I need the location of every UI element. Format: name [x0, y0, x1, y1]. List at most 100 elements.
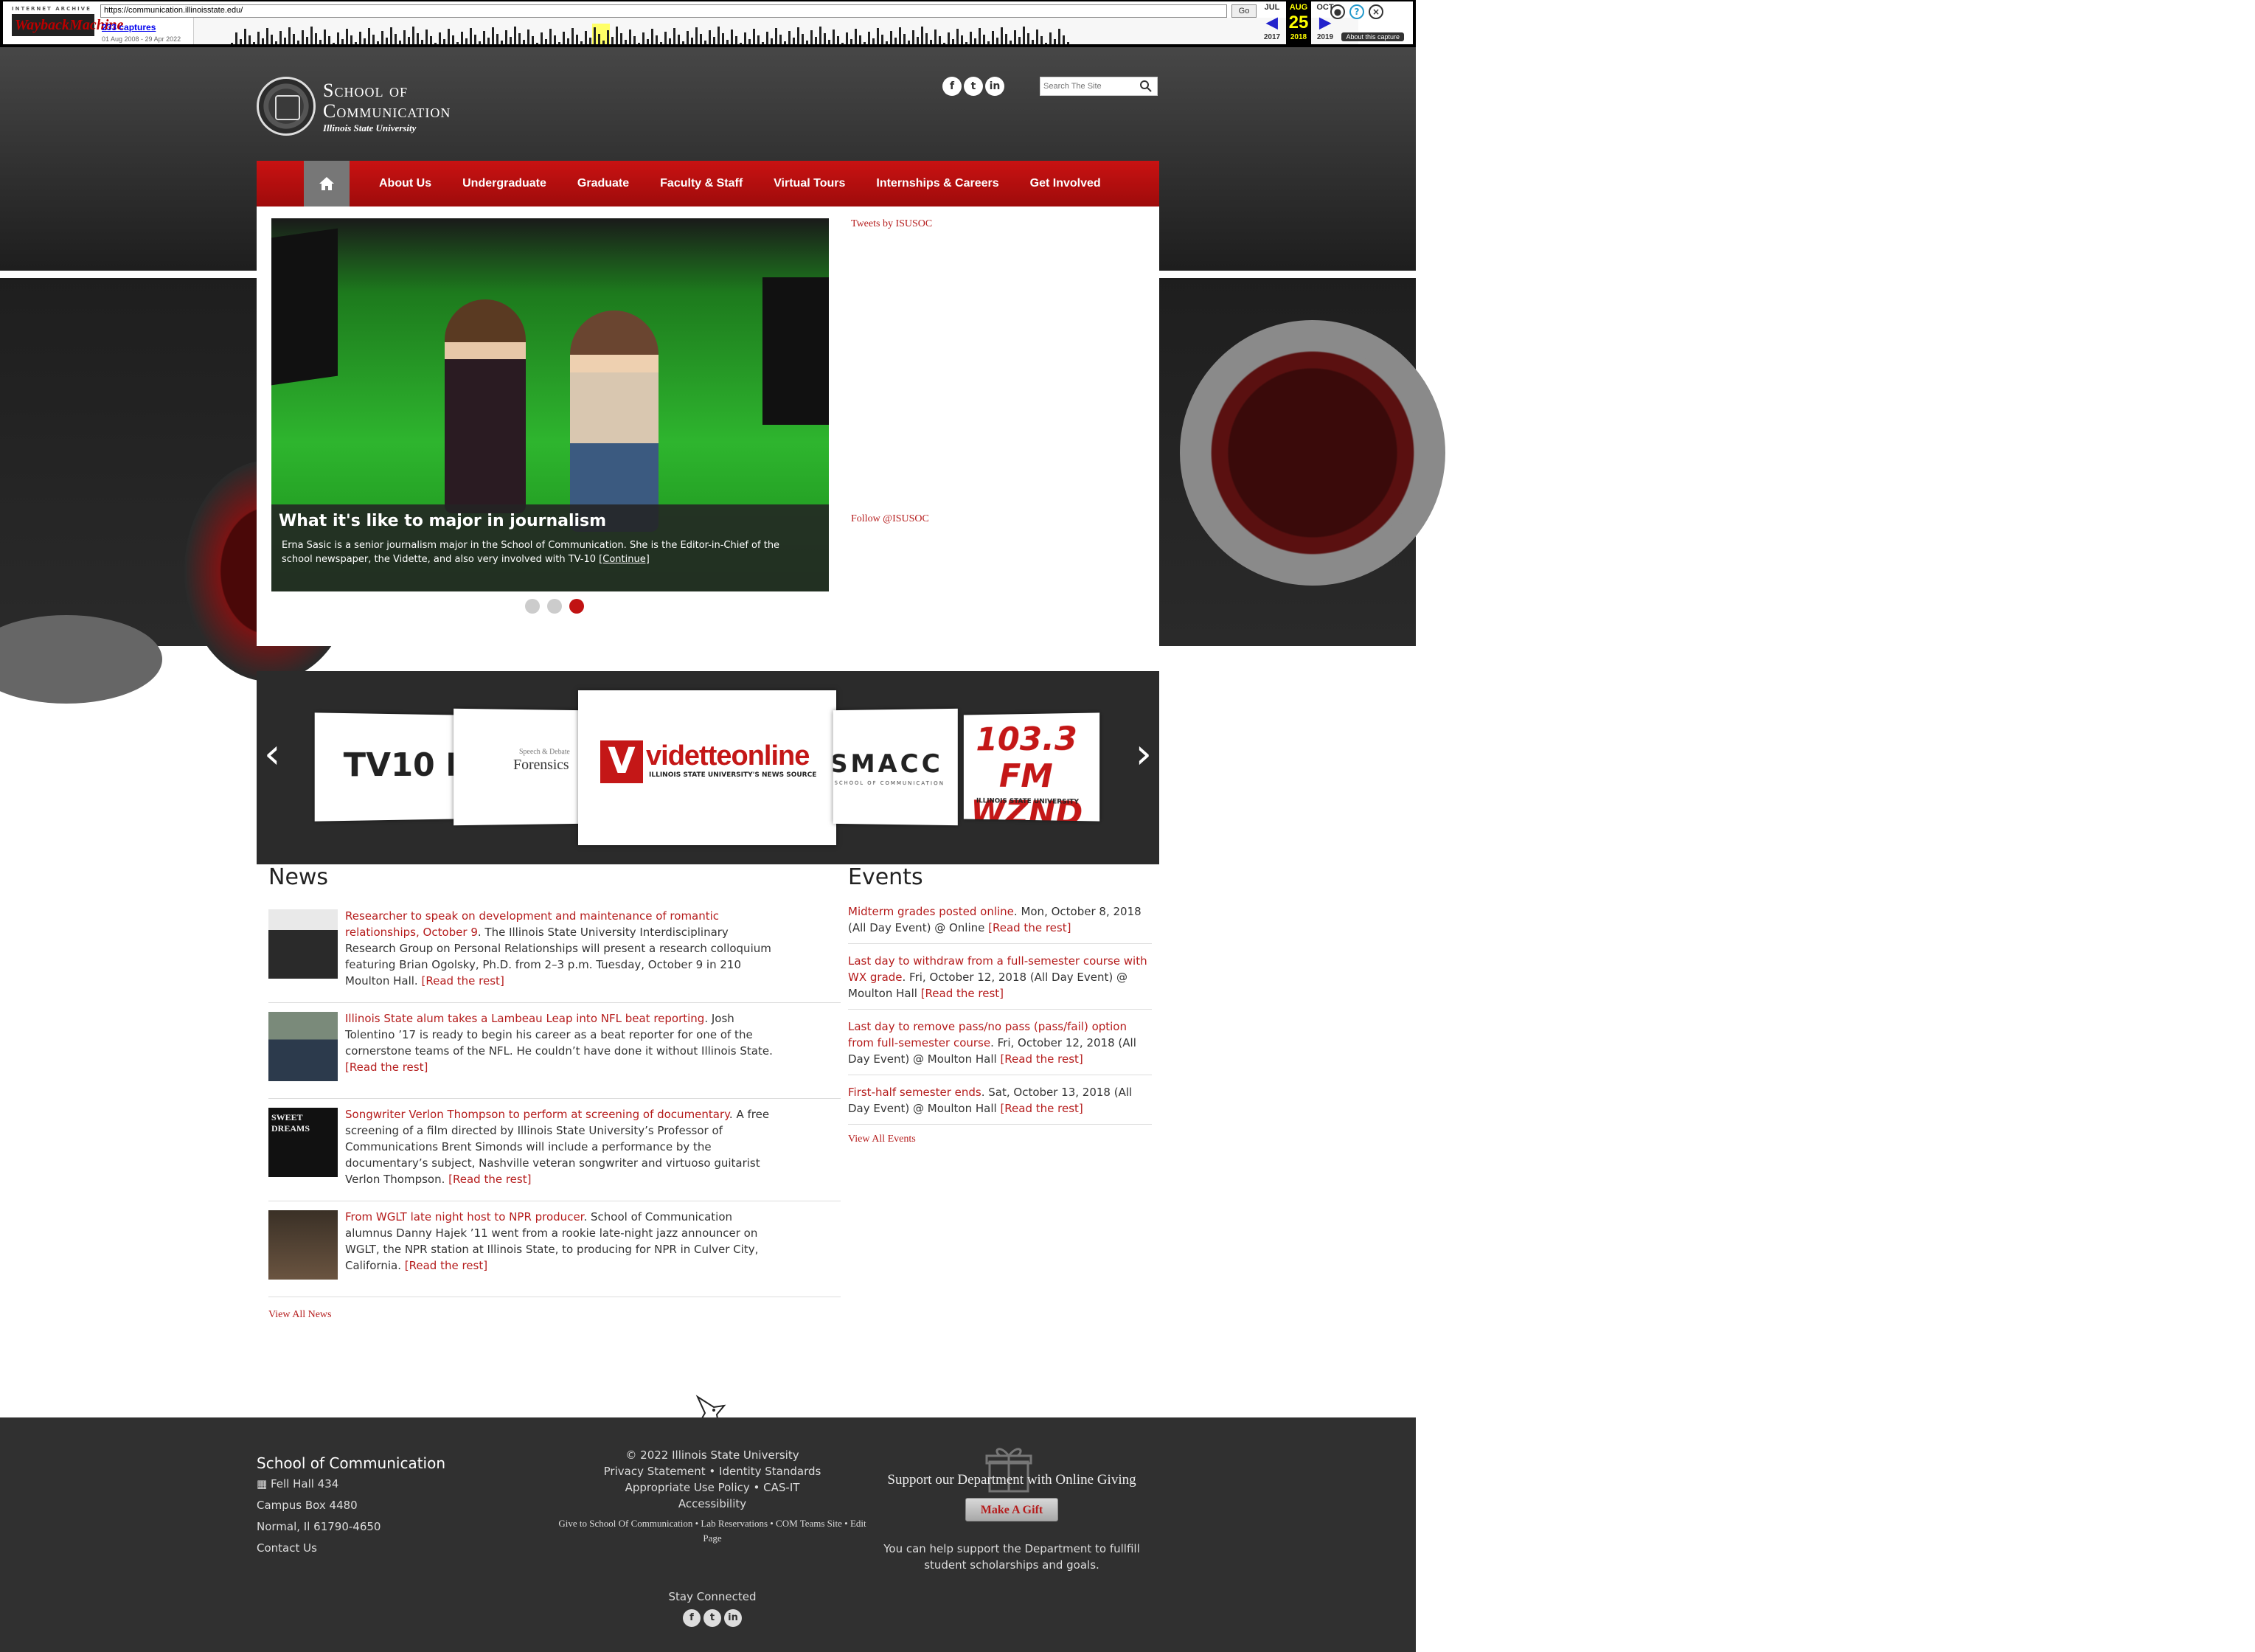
histogram-bar: [518, 33, 521, 44]
news-read-more[interactable]: [Read the rest]: [405, 1259, 487, 1272]
facebook-icon[interactable]: f: [942, 77, 962, 96]
news-read-more[interactable]: [Read the rest]: [421, 974, 504, 988]
logo-forensics[interactable]: Speech & Debate Forensics: [454, 708, 583, 826]
histogram-bar: [864, 42, 866, 44]
histogram-bar: [249, 35, 251, 44]
event-item: Last day to withdraw from a full-semeste…: [848, 950, 1152, 1010]
user-icon[interactable]: ●: [1330, 4, 1345, 19]
histogram-bar: [549, 29, 552, 44]
nav-graduate[interactable]: Graduate: [577, 177, 629, 190]
nav-internships-careers[interactable]: Internships & Careers: [876, 177, 998, 190]
site-header: School of Communication Illinois State U…: [257, 74, 1159, 155]
event-link[interactable]: Midterm grades posted online: [848, 905, 1014, 918]
twitter-icon[interactable]: t: [964, 77, 983, 96]
histogram-bar: [372, 35, 375, 44]
close-icon[interactable]: ×: [1369, 4, 1383, 19]
footer-links-1[interactable]: Privacy Statement • Identity Standards: [553, 1463, 872, 1479]
histogram-bar: [607, 30, 609, 44]
brand-line-1: School of: [323, 80, 408, 101]
wayback-url-input[interactable]: https://communication.illinoisstate.edu/: [100, 4, 1227, 18]
histogram-bar: [731, 30, 733, 44]
histogram-bar: [744, 32, 746, 44]
histogram-bar: [638, 43, 640, 44]
search-input[interactable]: [1042, 79, 1136, 94]
histogram-bar: [536, 43, 538, 44]
news-read-more[interactable]: [Read the rest]: [448, 1173, 531, 1186]
news-link[interactable]: Illinois State alum takes a Lambeau Leap…: [345, 1012, 704, 1025]
featured-slider[interactable]: What it's like to major in journalism Er…: [271, 218, 829, 591]
support-heading: Support our Department with Online Givin…: [887, 1472, 1136, 1488]
histogram-bar: [430, 36, 432, 44]
logo-smacc[interactable]: SMACC SCHOOL OF COMMUNICATION: [833, 708, 958, 826]
event-read-more[interactable]: [Read the rest]: [1000, 1102, 1083, 1115]
event-link[interactable]: First-half semester ends: [848, 1086, 981, 1099]
histogram-bar: [872, 38, 875, 44]
news-thumbnail[interactable]: [268, 1210, 338, 1280]
view-all-news-link[interactable]: View All News: [268, 1309, 331, 1321]
prev-arrow-icon[interactable]: ◀: [1259, 13, 1285, 32]
nav-get-involved[interactable]: Get Involved: [1030, 177, 1101, 190]
tweets-by-link[interactable]: Tweets by ISUSOC: [851, 218, 932, 230]
nav-faculty-staff[interactable]: Faculty & Staff: [660, 177, 743, 190]
histogram-bar: [580, 41, 583, 44]
slide-dot-1[interactable]: [525, 599, 540, 614]
event-read-more[interactable]: [Read the rest]: [1000, 1052, 1083, 1066]
follow-twitter-link[interactable]: Follow @ISUSOC: [851, 513, 929, 525]
news-section: News Researcher to speak on development …: [268, 863, 841, 1321]
histogram-bar: [881, 35, 883, 44]
event-read-more[interactable]: [Read the rest]: [988, 921, 1071, 934]
histogram-bar: [771, 38, 773, 44]
footer-contact-link[interactable]: Contact Us: [257, 1541, 317, 1555]
logo-tv10-news[interactable]: TV10 NEWS: [314, 712, 458, 822]
header-social-links: f t in: [942, 77, 1016, 97]
slide-dot-3[interactable]: [569, 599, 584, 614]
histogram-bar: [700, 34, 702, 44]
histogram-bar: [1023, 27, 1025, 44]
capture-histogram[interactable]: [193, 18, 1358, 44]
carousel-next-arrow-icon[interactable]: ›: [1136, 730, 1152, 778]
slide-dot-2[interactable]: [547, 599, 562, 614]
histogram-bar: [837, 36, 839, 44]
event-read-more[interactable]: [Read the rest]: [921, 987, 1004, 1000]
news-link[interactable]: Songwriter Verlon Thompson to perform at…: [345, 1108, 729, 1121]
nav-about-us[interactable]: About Us: [379, 177, 431, 190]
media-carousel: ‹ › TV10 NEWS Speech & Debate Forensics …: [257, 671, 1159, 864]
histogram-bar: [996, 38, 998, 44]
twitter-icon[interactable]: t: [703, 1609, 721, 1627]
footer-links-4[interactable]: Give to School Of Communication • Lab Re…: [553, 1516, 872, 1546]
footer-links-2[interactable]: Appropriate Use Policy • CAS-IT: [553, 1479, 872, 1496]
footer-links-3[interactable]: Accessibility: [553, 1496, 872, 1512]
news-thumbnail[interactable]: SWEET DREAMS: [268, 1108, 338, 1177]
histogram-bar: [726, 40, 729, 44]
news-thumbnail[interactable]: [268, 1012, 338, 1081]
slide-continue-link[interactable]: [Continue]: [599, 554, 650, 565]
make-a-gift-button[interactable]: Make A Gift: [965, 1498, 1058, 1521]
linkedin-icon[interactable]: in: [724, 1609, 742, 1627]
help-icon[interactable]: ?: [1349, 4, 1364, 19]
linkedin-icon[interactable]: in: [985, 77, 1004, 96]
news-read-more[interactable]: [Read the rest]: [345, 1061, 428, 1074]
nav-undergraduate[interactable]: Undergraduate: [462, 177, 546, 190]
view-all-events-link[interactable]: View All Events: [848, 1134, 916, 1145]
calendar-prev-month[interactable]: JUL ◀ 2017: [1259, 1, 1285, 46]
carousel-prev-arrow-icon[interactable]: ‹: [264, 730, 280, 778]
logo-vidette-online[interactable]: V videtteonline ILLINOIS STATE UNIVERSIT…: [578, 690, 836, 845]
histogram-bar: [709, 30, 711, 44]
nav-virtual-tours[interactable]: Virtual Tours: [774, 177, 845, 190]
histogram-bar: [306, 37, 308, 44]
wayback-logo[interactable]: INTERNET ARCHIVE WaybackMachine: [12, 6, 123, 41]
vidette-v-icon: V: [600, 740, 643, 783]
captures-link[interactable]: 233 captures: [102, 22, 156, 32]
site-brand[interactable]: School of Communication Illinois State U…: [257, 74, 507, 140]
news-thumbnail[interactable]: [268, 909, 338, 979]
histogram-bar: [328, 36, 330, 44]
about-capture-button[interactable]: About this capture: [1341, 32, 1404, 41]
facebook-icon[interactable]: f: [683, 1609, 701, 1627]
wayback-go-button[interactable]: Go: [1231, 4, 1257, 18]
home-button[interactable]: [304, 161, 350, 206]
logo-wznd[interactable]: 103.3 FM WZND ILLINOIS STATE UNIVERSITY: [963, 712, 1100, 822]
search-icon[interactable]: [1139, 80, 1153, 93]
histogram-bar: [545, 39, 547, 44]
news-link[interactable]: From WGLT late night host to NPR produce…: [345, 1210, 583, 1224]
event-item: Last day to remove pass/no pass (pass/fa…: [848, 1016, 1152, 1075]
